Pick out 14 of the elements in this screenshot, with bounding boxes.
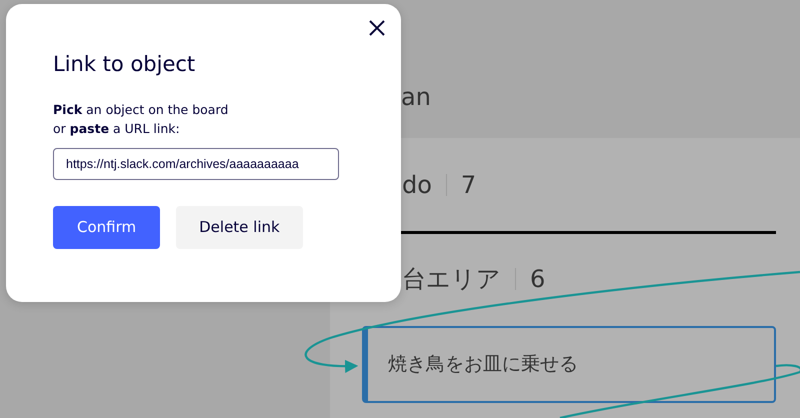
section-count: 7 — [460, 170, 476, 201]
dialog-title: Link to object — [53, 51, 196, 78]
section-title: do — [402, 170, 432, 201]
card-text: 焼き鳥をお皿に乗せる — [388, 352, 578, 378]
dialog-description: Pick an object on the board — [53, 101, 230, 119]
task-card[interactable]: 焼き鳥をお皿に乗せる — [362, 326, 776, 403]
section-title: 台エリア — [402, 264, 501, 295]
section-count: 6 — [530, 264, 546, 295]
close-icon — [369, 20, 385, 36]
confirm-button[interactable]: Confirm — [53, 206, 160, 249]
board-heading: an — [401, 83, 431, 111]
url-field[interactable]: https://ntj.slack.com/archives/aaaaaaaaaa — [53, 148, 339, 180]
delete-link-button[interactable]: Delete link — [176, 206, 303, 249]
dialog-description: or paste a URL link: — [53, 120, 181, 138]
